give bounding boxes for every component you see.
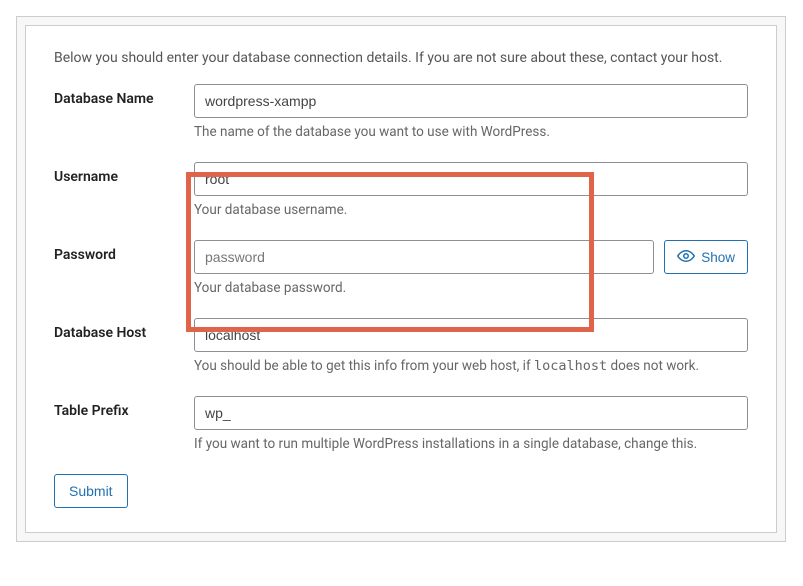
- show-password-button[interactable]: Show: [664, 240, 748, 274]
- field-col-username: Your database username.: [194, 162, 748, 218]
- help-database-host-part2: does not work.: [607, 358, 699, 374]
- row-password: Password Show Your database pass: [54, 240, 748, 296]
- submit-button[interactable]: Submit: [54, 474, 128, 508]
- row-database-name: Database Name The name of the database y…: [54, 84, 748, 140]
- label-database-host: Database Host: [54, 318, 194, 341]
- outer-frame: Below you should enter your database con…: [16, 16, 786, 542]
- help-password: Your database password.: [194, 280, 748, 296]
- install-panel: Below you should enter your database con…: [25, 25, 777, 533]
- label-table-prefix: Table Prefix: [54, 396, 194, 419]
- row-username: Username Your database username.: [54, 162, 748, 218]
- help-database-host-part1: You should be able to get this info from…: [194, 358, 534, 374]
- password-input-wrap: Show: [194, 240, 748, 274]
- field-col-password: Show Your database password.: [194, 240, 748, 296]
- database-name-input[interactable]: [194, 84, 748, 118]
- table-prefix-input[interactable]: [194, 396, 748, 430]
- intro-text: Below you should enter your database con…: [54, 50, 748, 66]
- help-table-prefix: If you want to run multiple WordPress in…: [194, 436, 748, 452]
- password-input[interactable]: [194, 240, 654, 274]
- username-input[interactable]: [194, 162, 748, 196]
- database-host-input[interactable]: [194, 318, 748, 352]
- help-database-host: You should be able to get this info from…: [194, 358, 748, 374]
- help-database-host-code: localhost: [534, 358, 607, 374]
- row-database-host: Database Host You should be able to get …: [54, 318, 748, 374]
- field-col-database-host: You should be able to get this info from…: [194, 318, 748, 374]
- label-database-name: Database Name: [54, 84, 194, 107]
- field-col-table-prefix: If you want to run multiple WordPress in…: [194, 396, 748, 452]
- label-password: Password: [54, 240, 194, 263]
- row-table-prefix: Table Prefix If you want to run multiple…: [54, 396, 748, 452]
- label-username: Username: [54, 162, 194, 185]
- submit-row: Submit: [54, 474, 748, 508]
- help-username: Your database username.: [194, 202, 748, 218]
- show-password-label: Show: [701, 250, 735, 265]
- field-col-database-name: The name of the database you want to use…: [194, 84, 748, 140]
- help-database-name: The name of the database you want to use…: [194, 124, 748, 140]
- eye-icon: [677, 247, 695, 268]
